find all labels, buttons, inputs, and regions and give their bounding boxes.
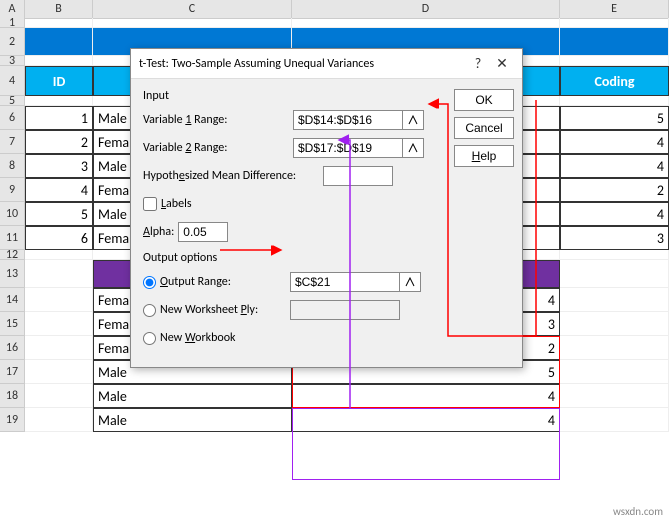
output-section-label: Output options bbox=[143, 251, 446, 265]
table-row[interactable]: 2 bbox=[560, 178, 669, 202]
table-row[interactable]: 3 bbox=[25, 154, 93, 178]
row-header-6[interactable]: 6 bbox=[0, 106, 25, 130]
output-range-label: Output Range: bbox=[160, 275, 290, 289]
column-headers: A B C D E bbox=[0, 0, 669, 19]
col-header-B[interactable]: B bbox=[25, 0, 93, 18]
cancel-button[interactable]: Cancel bbox=[454, 117, 514, 139]
help-button[interactable]: Help bbox=[454, 145, 514, 167]
row-header-4[interactable]: 4 bbox=[0, 66, 25, 96]
table-row[interactable]: 1 bbox=[25, 106, 93, 130]
alpha-input[interactable] bbox=[178, 222, 228, 242]
row-header-7[interactable]: 7 bbox=[0, 130, 25, 154]
new-worksheet-label: New Worksheet Ply: bbox=[160, 303, 290, 317]
row-header-5[interactable]: 5 bbox=[0, 96, 25, 106]
table-row[interactable]: 4 bbox=[560, 202, 669, 226]
row-header-17[interactable]: 17 bbox=[0, 360, 25, 384]
table-row[interactable]: 4 bbox=[292, 408, 560, 432]
var2-range-input[interactable] bbox=[293, 138, 403, 158]
table-row[interactable]: 2 bbox=[25, 130, 93, 154]
table-row[interactable]: 4 bbox=[560, 130, 669, 154]
new-worksheet-radio[interactable] bbox=[143, 304, 156, 317]
input-section-label: Input bbox=[143, 89, 446, 103]
ttest-dialog: t-Test: Two-Sample Assuming Unequal Vari… bbox=[130, 48, 523, 368]
var1-label: Variable 1 Range: bbox=[143, 113, 293, 127]
table-row[interactable]: 6 bbox=[25, 226, 93, 250]
upper-header-id[interactable]: ID bbox=[25, 66, 93, 96]
table-row[interactable]: 5 bbox=[560, 106, 669, 130]
output-range-input[interactable] bbox=[290, 272, 400, 292]
row-header-9[interactable]: 9 bbox=[0, 178, 25, 202]
row-header-19[interactable]: 19 bbox=[0, 408, 25, 432]
col-header-D[interactable]: D bbox=[292, 0, 560, 18]
new-workbook-label: New Workbook bbox=[160, 331, 236, 345]
range-select-icon[interactable] bbox=[399, 272, 421, 292]
col-header-C[interactable]: C bbox=[93, 0, 292, 18]
row-header-16[interactable]: 16 bbox=[0, 336, 25, 360]
new-workbook-radio[interactable] bbox=[143, 332, 156, 345]
row-header-10[interactable]: 10 bbox=[0, 202, 25, 226]
labels-label: Labels bbox=[161, 197, 192, 211]
table-row[interactable]: 4 bbox=[25, 178, 93, 202]
alpha-label: Alpha: bbox=[143, 225, 174, 239]
row-header-18[interactable]: 18 bbox=[0, 384, 25, 408]
row-header-14[interactable]: 14 bbox=[0, 288, 25, 312]
row-header-2[interactable]: 2 bbox=[0, 28, 25, 56]
row-header-11[interactable]: 11 bbox=[0, 226, 25, 250]
col-header-E[interactable]: E bbox=[560, 0, 669, 18]
watermark: wsxdn.com bbox=[613, 505, 663, 518]
table-row[interactable]: 5 bbox=[25, 202, 93, 226]
var1-range-input[interactable] bbox=[293, 110, 403, 130]
row-header-3[interactable]: 3 bbox=[0, 56, 25, 66]
row-headers: 1 2 3 4 5 6 7 8 9 10 11 12 13 14 15 16 1… bbox=[0, 18, 25, 432]
hyp-mean-input[interactable] bbox=[323, 166, 393, 186]
close-icon[interactable]: ✕ bbox=[490, 55, 514, 72]
range-select-icon[interactable] bbox=[402, 110, 424, 130]
ok-button[interactable]: OK bbox=[454, 89, 514, 111]
labels-checkbox[interactable] bbox=[143, 197, 157, 211]
row-header-12[interactable]: 12 bbox=[0, 250, 25, 260]
dialog-titlebar[interactable]: t-Test: Two-Sample Assuming Unequal Vari… bbox=[131, 49, 522, 79]
spreadsheet: A B C D E 1 2 3 4 5 6 7 8 9 10 11 12 13 … bbox=[0, 0, 669, 19]
table-row[interactable]: Male bbox=[93, 408, 292, 432]
row-header-8[interactable]: 8 bbox=[0, 154, 25, 178]
table-row[interactable]: 4 bbox=[292, 384, 560, 408]
upper-header-coding[interactable]: Coding bbox=[560, 66, 669, 96]
range-select-icon[interactable] bbox=[402, 138, 424, 158]
var2-label: Variable 2 Range: bbox=[143, 141, 293, 155]
hyp-label: Hypothesized Mean Difference: bbox=[143, 169, 323, 183]
table-row[interactable]: 3 bbox=[560, 226, 669, 250]
row-header-15[interactable]: 15 bbox=[0, 312, 25, 336]
row-header-1[interactable]: 1 bbox=[0, 18, 25, 28]
output-range-radio[interactable] bbox=[143, 276, 156, 289]
new-worksheet-input bbox=[290, 300, 400, 320]
dialog-title: t-Test: Two-Sample Assuming Unequal Vari… bbox=[139, 57, 466, 71]
table-row[interactable]: Male bbox=[93, 384, 292, 408]
table-row[interactable]: 4 bbox=[560, 154, 669, 178]
help-icon[interactable]: ? bbox=[466, 55, 490, 72]
row-header-13[interactable]: 13 bbox=[0, 260, 25, 288]
